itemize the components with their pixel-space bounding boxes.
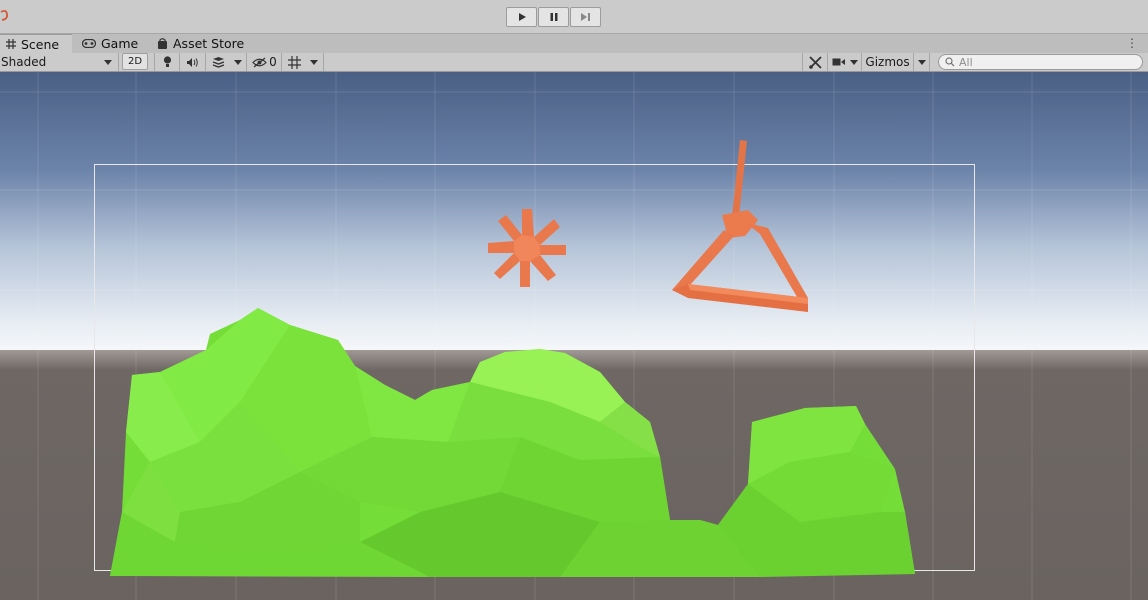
speaker-icon (187, 57, 198, 67)
grid-toggle[interactable] (283, 53, 305, 71)
hierarchy-search-field[interactable] (938, 54, 1143, 70)
grid-snap-icon (287, 55, 301, 69)
hidden-objects-toggle[interactable]: 0 (248, 53, 282, 71)
lighting-toggle[interactable] (154, 53, 180, 71)
play-icon (518, 13, 526, 21)
sky (0, 72, 1148, 354)
grid-icon (6, 39, 16, 49)
step-icon (581, 13, 590, 21)
gizmos-label: Gizmos (865, 55, 910, 69)
layers-icon (212, 57, 224, 68)
scene-canvas[interactable] (0, 72, 1148, 600)
search-input[interactable] (955, 55, 1129, 69)
toggle-2d-button[interactable]: 2D (122, 53, 148, 70)
chevron-down-icon (234, 59, 242, 65)
tab-asset-store[interactable]: Asset Store (157, 34, 244, 53)
tools-button[interactable] (802, 53, 828, 71)
tab-game-label: Game (101, 36, 139, 51)
gamepad-icon (82, 39, 96, 48)
play-button[interactable] (506, 7, 537, 27)
unity-tool-icon[interactable] (0, 8, 10, 24)
grid-dropdown[interactable] (305, 53, 324, 71)
audio-toggle[interactable] (180, 53, 206, 71)
scene-toolbar: Shaded 2D 0 Gizmos (0, 53, 1148, 72)
draw-mode-label: Shaded (1, 55, 47, 69)
tools-icon (808, 55, 822, 69)
scene-viewport[interactable] (0, 72, 1148, 600)
gizmos-button[interactable]: Gizmos (862, 53, 914, 71)
chevron-down-icon (104, 59, 112, 65)
tab-scene[interactable]: Scene (0, 34, 72, 53)
playback-controls (506, 7, 602, 29)
draw-mode-dropdown[interactable]: Shaded (0, 53, 119, 71)
chevron-down-icon (849, 59, 858, 65)
pause-icon (550, 13, 557, 21)
eye-slash-icon (252, 56, 268, 68)
orange-spinner-object[interactable] (488, 209, 566, 287)
shopping-bag-icon (157, 38, 168, 49)
tab-bar: Scene Game Asset Store ⋮ (0, 34, 1148, 53)
more-options-icon[interactable]: ⋮ (1126, 36, 1138, 50)
toggle-2d-label: 2D (127, 56, 143, 67)
step-button[interactable] (570, 7, 601, 27)
gizmos-dropdown[interactable] (914, 53, 930, 71)
top-toolbar (0, 0, 1148, 34)
search-icon (945, 57, 955, 67)
camera-settings-button[interactable] (828, 53, 862, 71)
effects-dropdown[interactable] (230, 53, 247, 71)
chevron-down-icon (310, 59, 318, 65)
pause-button[interactable] (538, 7, 569, 27)
chevron-down-icon (917, 59, 926, 65)
light-bulb-icon (163, 56, 171, 67)
video-camera-icon (832, 58, 845, 66)
tab-scene-label: Scene (21, 36, 60, 52)
hidden-count: 0 (269, 55, 277, 69)
tab-asset-store-label: Asset Store (173, 36, 245, 51)
tab-game[interactable]: Game (82, 34, 138, 53)
effects-toggle[interactable] (206, 53, 230, 71)
